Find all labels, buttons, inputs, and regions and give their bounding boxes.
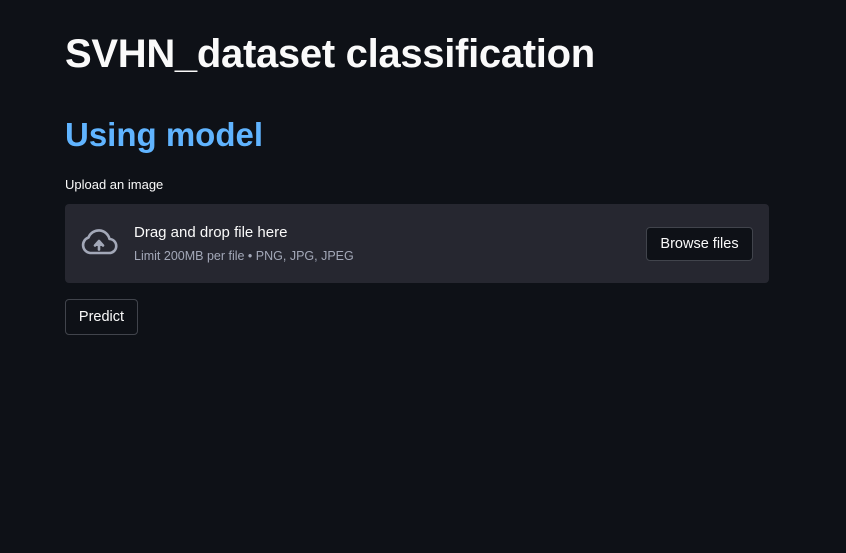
- file-limit-text: Limit 200MB per file • PNG, JPG, JPEG: [134, 249, 354, 263]
- upload-label: Upload an image: [65, 177, 164, 192]
- browse-files-button[interactable]: Browse files: [646, 227, 753, 261]
- dropzone-text: Drag and drop file here: [134, 224, 288, 241]
- app-page: SVHN_dataset classification Using model …: [0, 0, 846, 553]
- page-title: SVHN_dataset classification: [65, 32, 595, 76]
- predict-button[interactable]: Predict: [65, 299, 138, 335]
- file-dropzone[interactable]: Drag and drop file here Limit 200MB per …: [65, 204, 769, 283]
- page-subtitle: Using model: [65, 116, 264, 153]
- dropzone-instructions: Drag and drop file here Limit 200MB per …: [134, 223, 354, 264]
- cloud-upload-icon: [81, 229, 118, 255]
